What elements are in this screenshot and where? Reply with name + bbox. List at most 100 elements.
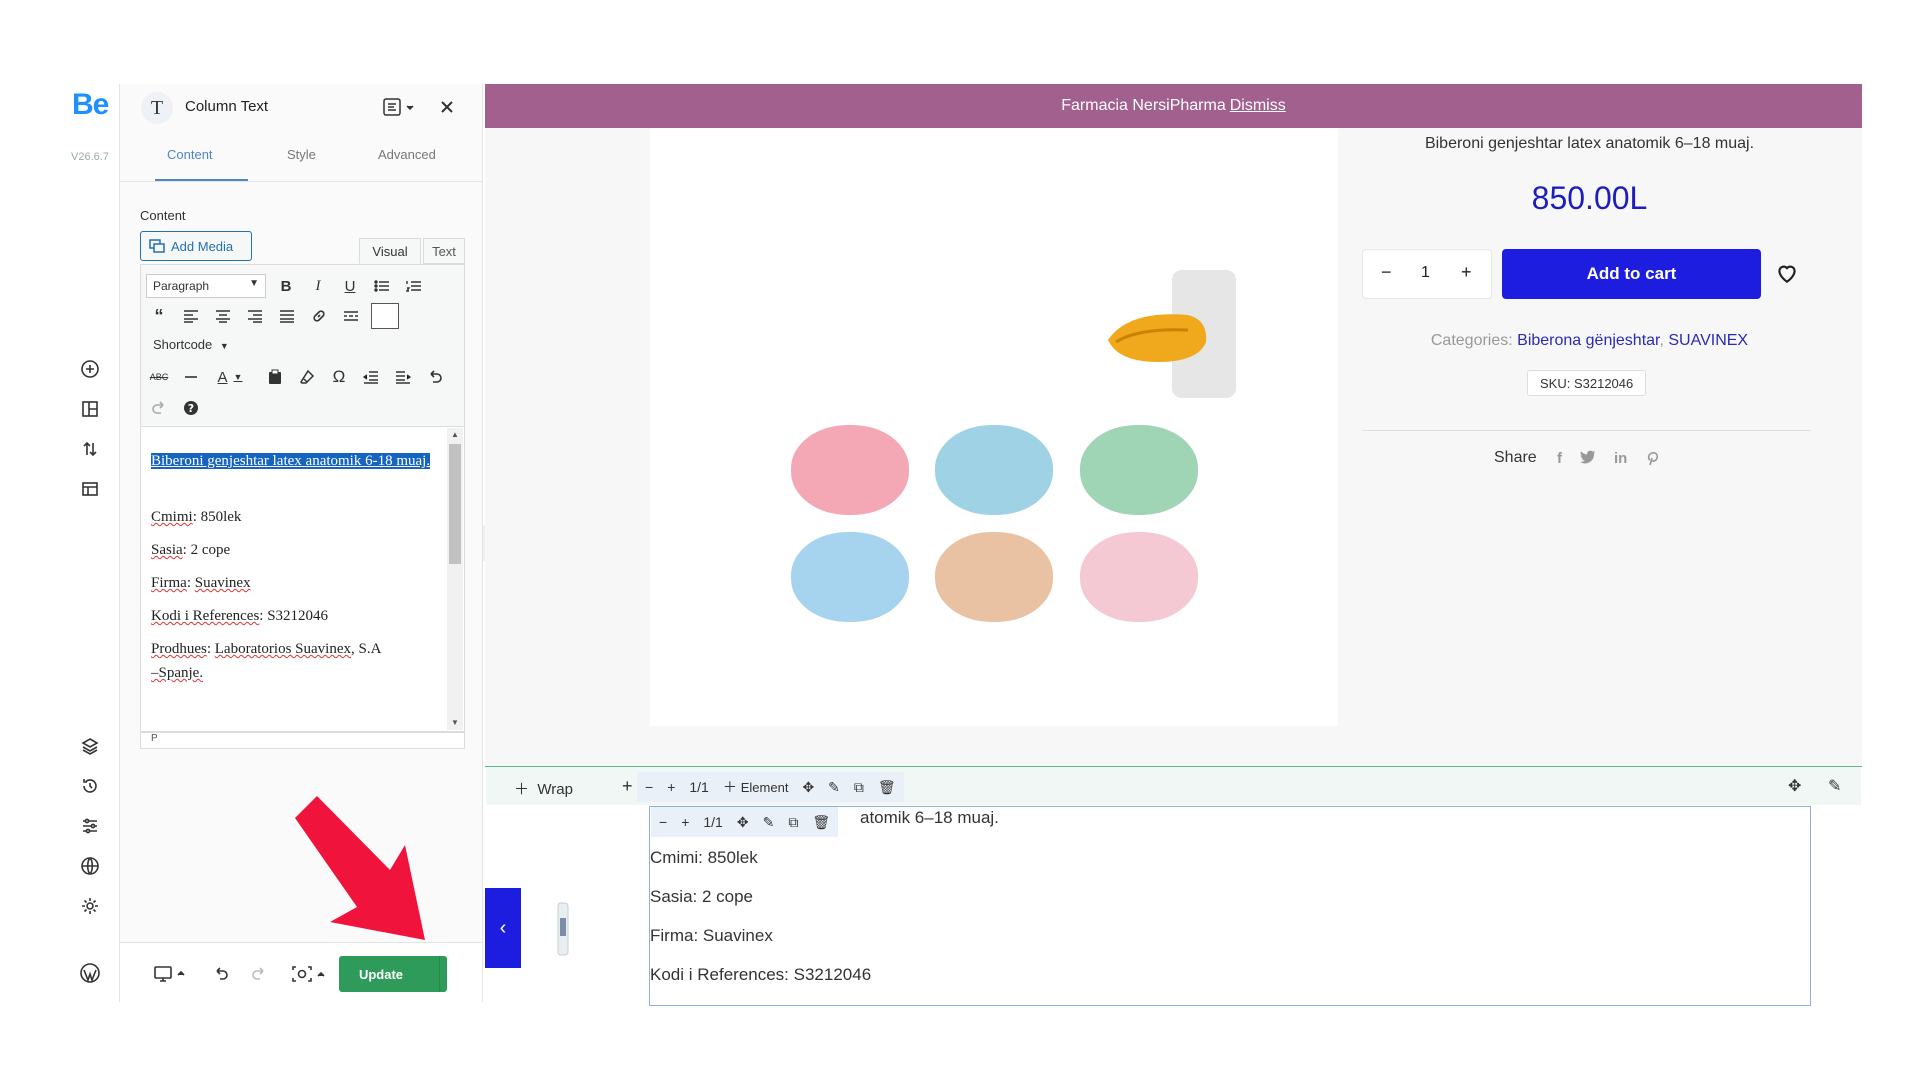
indent-icon[interactable]	[390, 364, 416, 390]
editor-paragraph: Firma: Suavinex	[151, 575, 251, 591]
edit-pencil-icon[interactable]: ✎	[828, 779, 840, 796]
template-icon[interactable]	[79, 478, 101, 500]
presets-dropdown-icon[interactable]	[381, 96, 421, 118]
quantity-value[interactable]: 1	[1421, 264, 1430, 282]
read-more-icon[interactable]	[338, 303, 364, 329]
column-text-line: Sasia: 2 cope	[650, 887, 754, 906]
share-label: Share	[1494, 449, 1537, 466]
special-character-icon[interactable]: Ω	[326, 364, 352, 390]
add-media-button[interactable]: Add Media	[140, 231, 252, 261]
scroll-down-icon[interactable]: ▼	[451, 718, 459, 727]
globe-icon[interactable]	[79, 855, 101, 877]
blockquote-icon[interactable]: “	[146, 303, 172, 329]
facebook-icon[interactable]: f	[1557, 450, 1562, 467]
update-options-caret-icon[interactable]: ▲	[439, 956, 465, 992]
italic-icon[interactable]: I	[305, 273, 331, 299]
tab-advanced[interactable]: Advanced	[378, 147, 436, 162]
edit-pencil-icon[interactable]: ✎	[1828, 776, 1841, 796]
bullet-list-icon[interactable]	[369, 273, 395, 299]
update-button[interactable]: Update	[339, 956, 447, 992]
layers-icon[interactable]	[79, 735, 101, 757]
edit-pencil-icon[interactable]: ✎	[763, 814, 775, 831]
editor-paragraph: Kodi i References: S3212046	[151, 608, 329, 624]
settings-gear-icon[interactable]	[79, 895, 101, 917]
pacifier-image	[935, 425, 1053, 515]
decrease-width-button[interactable]: −	[645, 779, 653, 795]
increase-width-button[interactable]: +	[681, 814, 689, 830]
duplicate-icon[interactable]: ⧉	[788, 814, 798, 831]
help-icon[interactable]: ?	[178, 395, 204, 421]
redo-icon[interactable]	[146, 395, 172, 421]
pinterest-icon[interactable]	[1645, 450, 1659, 467]
decrease-quantity-button[interactable]: −	[1381, 262, 1392, 283]
element-ratio[interactable]: 1/1	[703, 814, 722, 830]
linkedin-icon[interactable]: in	[1614, 450, 1627, 467]
paste-text-icon[interactable]	[262, 364, 288, 390]
redo-icon[interactable]	[250, 965, 268, 983]
delete-icon[interactable]: 🗑	[812, 814, 830, 831]
decrease-width-button[interactable]: −	[659, 814, 667, 830]
numbered-list-icon[interactable]	[401, 273, 427, 299]
increase-quantity-button[interactable]: +	[1461, 262, 1472, 283]
slider-prev-button[interactable]: ‹	[485, 888, 521, 968]
sliders-icon[interactable]	[79, 815, 101, 837]
tab-text[interactable]: Text	[423, 238, 465, 264]
undo-icon[interactable]	[422, 364, 448, 390]
tab-visual[interactable]: Visual	[359, 238, 421, 264]
horizontal-line-icon[interactable]	[178, 364, 204, 390]
editor-paragraph: Cmimi: 850lek	[151, 509, 242, 525]
text-color-icon[interactable]: A ▼	[210, 364, 250, 390]
shortcode-dropdown[interactable]: Shortcode ▼	[153, 337, 229, 352]
duplicate-icon[interactable]: ⧉	[854, 779, 864, 796]
clear-formatting-icon[interactable]	[294, 364, 320, 390]
twitter-icon[interactable]	[1580, 450, 1596, 467]
scroll-up-icon[interactable]: ▲	[451, 430, 459, 439]
add-circle-icon[interactable]	[79, 358, 101, 380]
product-price: 850.00L	[1531, 180, 1648, 216]
move-icon[interactable]: ✥	[737, 814, 749, 831]
add-to-cart-button[interactable]: Add to cart	[1502, 249, 1761, 299]
store-notice-text: Farmacia NersiPharma	[1061, 97, 1226, 114]
delete-icon[interactable]: 🗑	[878, 779, 896, 796]
pacifier-image	[935, 532, 1053, 622]
add-icon[interactable]: +	[622, 776, 633, 797]
increase-width-button[interactable]: +	[667, 779, 675, 795]
rich-text-editor[interactable]: Biberoni genjeshtar latex anatomik 6-18 …	[140, 427, 465, 732]
align-right-icon[interactable]	[242, 303, 268, 329]
align-justify-icon[interactable]	[274, 303, 300, 329]
add-wrap-button[interactable]: ＋ Wrap	[514, 778, 573, 799]
move-icon[interactable]: ✥	[802, 779, 814, 796]
selected-text: Biberoni genjeshtar latex anatomik 6-18 …	[151, 453, 431, 469]
underline-icon[interactable]: U	[337, 273, 363, 299]
column-ratio[interactable]: 1/1	[689, 779, 708, 795]
outdent-icon[interactable]	[358, 364, 384, 390]
strikethrough-icon[interactable]: ABC	[146, 364, 172, 390]
preview-icon[interactable]	[290, 963, 330, 985]
dismiss-link[interactable]: Dismiss	[1230, 97, 1286, 115]
align-center-icon[interactable]	[210, 303, 236, 329]
tab-content[interactable]: Content	[167, 147, 213, 162]
wishlist-heart-icon[interactable]	[1774, 260, 1800, 286]
quantity-stepper[interactable]: − 1 +	[1362, 249, 1492, 299]
history-icon[interactable]	[79, 775, 101, 797]
builder-logo[interactable]: Be	[72, 88, 109, 122]
desktop-view-icon[interactable]	[153, 964, 187, 984]
tab-style[interactable]: Style	[287, 147, 316, 162]
move-icon[interactable]: ✥	[1788, 776, 1801, 796]
category-link[interactable]: SUAVINEX	[1668, 332, 1748, 349]
close-icon[interactable]	[437, 97, 457, 117]
format-select[interactable]: Paragraph ▼	[146, 274, 266, 298]
category-link[interactable]: Biberona gënjeshtar	[1517, 332, 1659, 349]
toolbar-toggle-button[interactable]	[371, 303, 399, 329]
bold-icon[interactable]: B	[273, 273, 299, 299]
align-left-icon[interactable]	[178, 303, 204, 329]
layout-grid-icon[interactable]	[79, 398, 101, 420]
link-icon[interactable]	[306, 303, 332, 329]
column-toolbar: − + 1/1 ＋ Element ✥ ✎ ⧉ 🗑	[637, 772, 904, 802]
product-thumbnail[interactable]	[523, 888, 601, 968]
add-element-button[interactable]: ＋ Element	[723, 777, 789, 797]
sort-arrows-icon[interactable]	[79, 438, 101, 460]
editor-scroll-thumb[interactable]	[449, 444, 461, 564]
wordpress-icon[interactable]	[79, 962, 101, 984]
undo-icon[interactable]	[212, 965, 230, 983]
